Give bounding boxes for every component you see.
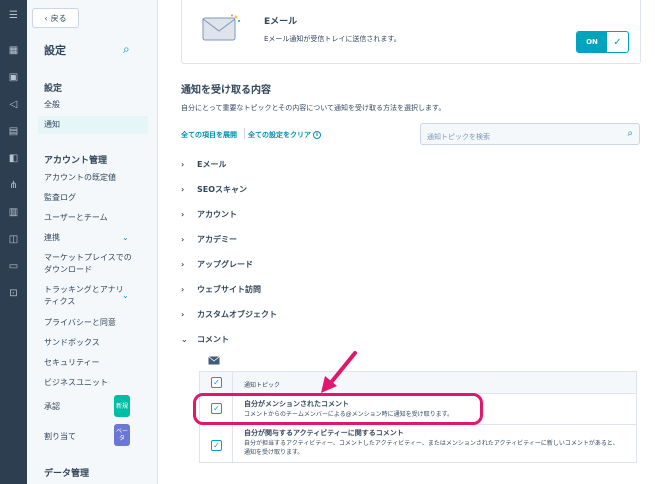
column-header-topic: 通知トピック <box>244 382 281 389</box>
mail-column-icon <box>208 356 220 365</box>
category-account[interactable]: › アカウント <box>181 209 237 220</box>
link-divider <box>244 128 245 139</box>
row-desc-activity: 自分が担当するアクティビティー、コメントしたアクティビティー、またはメンションさ… <box>244 440 619 456</box>
info-icon[interactable]: i <box>313 131 321 139</box>
sidebar-item-tracking-analytics[interactable]: トラッキングとアナリティクス <box>44 284 124 308</box>
arrow-annotation-icon <box>321 351 357 393</box>
beta-badge: ベータ <box>114 424 130 446</box>
topic-search-box: ⌕ <box>420 123 640 147</box>
chevron-down-icon[interactable]: ⌄ <box>122 233 129 242</box>
sidebar-item-users-teams[interactable]: ユーザーとチーム <box>44 212 108 224</box>
section-settings: 設定 <box>44 84 63 94</box>
category-seo-scan[interactable]: › SEOスキャン <box>181 184 247 195</box>
settings-sidebar: ‹ 戻る 設定 ⌕ 設定 全般 通知 アカウント管理 アカウントの既定値 監査ロ… <box>27 0 158 484</box>
grid-icon[interactable]: ▦ <box>7 45 20 57</box>
database-icon[interactable]: ◫ <box>7 234 20 246</box>
search-icon[interactable]: ⌕ <box>627 128 633 139</box>
chevron-right-icon: › <box>181 210 185 219</box>
sidebar-item-approvals[interactable]: 承認 <box>44 401 60 413</box>
category-academy[interactable]: › アカデミー <box>181 234 237 245</box>
chevron-right-icon: › <box>181 285 185 294</box>
sidebar-item-security[interactable]: セキュリティー <box>44 357 100 369</box>
category-website-visits[interactable]: › ウェブサイト訪問 <box>181 284 261 295</box>
chevron-down-icon: ⌄ <box>181 335 188 344</box>
chevron-down-icon[interactable]: ⌄ <box>122 291 129 300</box>
chevron-right-icon: › <box>181 235 185 244</box>
megaphone-icon[interactable]: ◁ <box>7 99 20 111</box>
row-title-activity: 自分が関与するアクティビティーに関するコメント <box>244 429 404 437</box>
back-button[interactable]: ‹ 戻る <box>32 8 79 28</box>
sidebar-item-privacy-consent[interactable]: プライバシーと同意 <box>44 317 116 329</box>
sidebar-title: 設定 <box>44 44 66 57</box>
chevron-right-icon: › <box>181 185 185 194</box>
activity-comment-checkbox[interactable]: ✓ <box>211 440 222 451</box>
section-title: 通知を受け取る内容 <box>181 85 271 96</box>
select-all-checkbox[interactable]: ✓ <box>211 377 222 388</box>
email-channel-card: Eメール Eメール通知が受信トレイに送信されます。 ON ✓ <box>181 0 641 64</box>
contacts-icon[interactable]: ▣ <box>7 72 20 84</box>
highlight-box <box>193 393 483 425</box>
chevron-right-icon: › <box>181 260 185 269</box>
email-card-title: Eメール <box>264 17 298 27</box>
topic-search-input[interactable] <box>421 127 611 147</box>
global-nav-rail: ☰ ▦ ▣ ◁ ▤ ◧ ⋔ ▥ ◫ ▭ ⊡ <box>0 0 27 484</box>
envelope-icon <box>202 14 240 41</box>
new-badge: 新規 <box>114 395 130 417</box>
sidebar-item-notifications[interactable]: 通知 <box>38 116 148 134</box>
category-custom-objects[interactable]: › カスタムオブジェクト <box>181 309 277 320</box>
sidebar-item-business-units[interactable]: ビジネスユニット <box>44 377 108 389</box>
sidebar-item-assignments[interactable]: 割り当て <box>44 431 76 443</box>
sidebar-item-general[interactable]: 全般 <box>44 99 60 111</box>
chevron-left-icon: ‹ <box>44 13 48 23</box>
sidebar-item-integrations[interactable]: 連携 <box>44 232 60 244</box>
check-icon: ✓ <box>613 36 622 48</box>
reports-icon[interactable]: ▥ <box>7 207 20 219</box>
sales-icon[interactable]: ▤ <box>7 126 20 138</box>
folder-icon[interactable]: ▭ <box>7 261 20 273</box>
category-email[interactable]: › Eメール <box>181 159 226 170</box>
section-description: 自分にとって重要なトピックとその内容について通知を受け取る方法を選択します。 <box>181 104 446 112</box>
code-icon[interactable]: ⊡ <box>7 288 20 300</box>
expand-all-link[interactable]: 全ての項目を展開 <box>181 130 237 140</box>
sidebar-item-account-defaults[interactable]: アカウントの既定値 <box>44 172 116 184</box>
section-account-management: アカウント管理 <box>44 156 108 166</box>
menu-icon[interactable]: ☰ <box>7 10 20 22</box>
clear-all-link[interactable]: 全ての設定をクリア i <box>248 130 321 140</box>
automation-icon[interactable]: ⋔ <box>7 180 20 192</box>
category-comments[interactable]: ⌄ コメント <box>181 334 229 345</box>
search-icon[interactable]: ⌕ <box>123 42 130 57</box>
section-data-management: データ管理 <box>44 469 90 479</box>
email-toggle[interactable]: ON ✓ <box>576 31 629 53</box>
service-icon[interactable]: ◧ <box>7 153 20 165</box>
chevron-right-icon: › <box>181 160 185 169</box>
chevron-right-icon: › <box>181 310 185 319</box>
email-card-description: Eメール通知が受信トレイに送信されます。 <box>264 35 401 43</box>
sidebar-item-audit-log[interactable]: 監査ログ <box>44 192 76 204</box>
sidebar-item-sandboxes[interactable]: サンドボックス <box>44 337 100 349</box>
main-content: Eメール Eメール通知が受信トレイに送信されます。 ON ✓ 通知を受け取る内容… <box>159 0 655 484</box>
sidebar-item-marketplace-downloads[interactable]: マーケットプレイスでのダウンロード <box>44 252 139 276</box>
category-upgrade[interactable]: › アップグレード <box>181 259 253 270</box>
toggle-on-label: ON <box>577 32 607 52</box>
